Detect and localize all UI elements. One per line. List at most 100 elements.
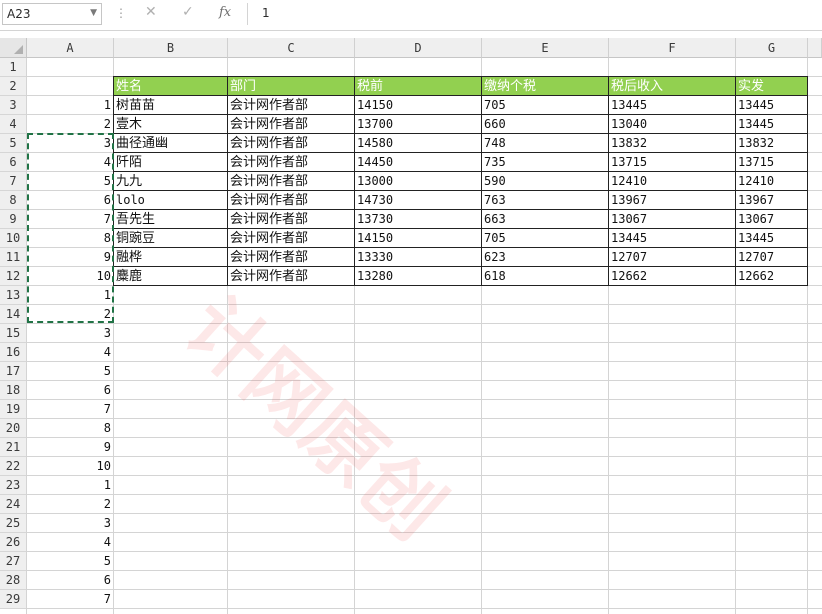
table-cell[interactable]: 763 bbox=[482, 191, 609, 210]
table-header-cell[interactable]: 缴纳个税 bbox=[482, 77, 609, 96]
table-cell[interactable]: 618 bbox=[482, 267, 609, 286]
table-header-cell[interactable]: 实发 bbox=[736, 77, 808, 96]
cell-a-value[interactable]: 1 bbox=[27, 476, 114, 495]
row-header[interactable]: 11 bbox=[0, 248, 27, 267]
table-cell[interactable]: 会计网作者部 bbox=[228, 134, 355, 153]
formula-input[interactable]: 1 bbox=[247, 3, 821, 25]
table-cell[interactable]: 12707 bbox=[609, 248, 736, 267]
row-header[interactable]: 2 bbox=[0, 77, 27, 96]
cell-a-value[interactable]: 9 bbox=[27, 248, 114, 267]
table-cell[interactable]: 705 bbox=[482, 96, 609, 115]
check-icon[interactable]: ✓ bbox=[182, 4, 194, 20]
column-header-g[interactable]: G bbox=[736, 38, 808, 58]
table-header-cell[interactable]: 部门 bbox=[228, 77, 355, 96]
cell-a-value[interactable]: 5 bbox=[27, 552, 114, 571]
table-cell[interactable]: 13445 bbox=[736, 229, 808, 248]
table-cell[interactable]: lolo bbox=[114, 191, 228, 210]
column-header-a[interactable]: A bbox=[27, 38, 114, 58]
table-cell[interactable]: 13967 bbox=[736, 191, 808, 210]
table-cell[interactable]: 会计网作者部 bbox=[228, 153, 355, 172]
table-cell[interactable]: 12662 bbox=[609, 267, 736, 286]
table-cell[interactable]: 14730 bbox=[355, 191, 482, 210]
table-cell[interactable]: 13715 bbox=[609, 153, 736, 172]
table-cell[interactable]: 12707 bbox=[736, 248, 808, 267]
cell-a-value[interactable]: 10 bbox=[27, 267, 114, 286]
row-header[interactable]: 4 bbox=[0, 115, 27, 134]
cell-a-value[interactable]: 1 bbox=[27, 286, 114, 305]
table-cell[interactable]: 树苗苗 bbox=[114, 96, 228, 115]
table-cell[interactable]: 705 bbox=[482, 229, 609, 248]
row-header[interactable]: 26 bbox=[0, 533, 27, 552]
table-cell[interactable]: 623 bbox=[482, 248, 609, 267]
row-header[interactable]: 20 bbox=[0, 419, 27, 438]
table-header-cell[interactable]: 姓名 bbox=[114, 77, 228, 96]
table-cell[interactable]: 13700 bbox=[355, 115, 482, 134]
chevron-down-icon[interactable]: ▼ bbox=[90, 8, 97, 18]
table-cell[interactable]: 663 bbox=[482, 210, 609, 229]
row-header[interactable]: 10 bbox=[0, 229, 27, 248]
cell-a-value[interactable]: 6 bbox=[27, 381, 114, 400]
cell-a-value[interactable]: 5 bbox=[27, 172, 114, 191]
row-header[interactable]: 25 bbox=[0, 514, 27, 533]
cell-a-value[interactable]: 4 bbox=[27, 343, 114, 362]
table-cell[interactable]: 13445 bbox=[609, 229, 736, 248]
row-header[interactable]: 9 bbox=[0, 210, 27, 229]
cell-a-value[interactable]: 5 bbox=[27, 362, 114, 381]
table-cell[interactable]: 12662 bbox=[736, 267, 808, 286]
row-header[interactable]: 6 bbox=[0, 153, 27, 172]
row-header[interactable]: 22 bbox=[0, 457, 27, 476]
row-header[interactable]: 15 bbox=[0, 324, 27, 343]
table-cell[interactable]: 会计网作者部 bbox=[228, 172, 355, 191]
table-cell[interactable]: 会计网作者部 bbox=[228, 267, 355, 286]
cell-a-value[interactable]: 4 bbox=[27, 153, 114, 172]
cell-a-value[interactable]: 9 bbox=[27, 438, 114, 457]
table-cell[interactable]: 会计网作者部 bbox=[228, 210, 355, 229]
row-header[interactable]: 17 bbox=[0, 362, 27, 381]
table-cell[interactable]: 12410 bbox=[736, 172, 808, 191]
row-header[interactable]: 5 bbox=[0, 134, 27, 153]
table-cell[interactable]: 吾先生 bbox=[114, 210, 228, 229]
cell-a-value[interactable]: 6 bbox=[27, 191, 114, 210]
cell-a-value[interactable]: 2 bbox=[27, 115, 114, 134]
table-cell[interactable]: 麋鹿 bbox=[114, 267, 228, 286]
table-cell[interactable]: 壹木 bbox=[114, 115, 228, 134]
row-header[interactable]: 13 bbox=[0, 286, 27, 305]
table-cell[interactable]: 13445 bbox=[736, 115, 808, 134]
table-cell[interactable]: 融桦 bbox=[114, 248, 228, 267]
cell-a-value[interactable]: 1 bbox=[27, 96, 114, 115]
row-header[interactable]: 23 bbox=[0, 476, 27, 495]
row-header[interactable]: 16 bbox=[0, 343, 27, 362]
cell-a-value[interactable]: 7 bbox=[27, 400, 114, 419]
row-header[interactable]: 28 bbox=[0, 571, 27, 590]
row-header[interactable]: 12 bbox=[0, 267, 27, 286]
column-header-f[interactable]: F bbox=[609, 38, 736, 58]
cell-a-value[interactable]: 2 bbox=[27, 305, 114, 324]
table-cell[interactable]: 13967 bbox=[609, 191, 736, 210]
row-header[interactable]: 21 bbox=[0, 438, 27, 457]
table-cell[interactable]: 13445 bbox=[609, 96, 736, 115]
row-header[interactable]: 24 bbox=[0, 495, 27, 514]
column-header-b[interactable]: B bbox=[114, 38, 228, 58]
table-cell[interactable]: 会计网作者部 bbox=[228, 191, 355, 210]
cell-a-value[interactable]: 4 bbox=[27, 533, 114, 552]
table-cell[interactable]: 590 bbox=[482, 172, 609, 191]
table-cell[interactable]: 会计网作者部 bbox=[228, 248, 355, 267]
column-header-d[interactable]: D bbox=[355, 38, 482, 58]
cell-a-value[interactable]: 10 bbox=[27, 457, 114, 476]
table-cell[interactable]: 14450 bbox=[355, 153, 482, 172]
row-header[interactable]: 1 bbox=[0, 58, 27, 77]
table-cell[interactable]: 曲径通幽 bbox=[114, 134, 228, 153]
name-box[interactable]: A23 ▼ bbox=[2, 3, 102, 25]
table-cell[interactable]: 13445 bbox=[736, 96, 808, 115]
column-header-e[interactable]: E bbox=[482, 38, 609, 58]
table-cell[interactable]: 阡陌 bbox=[114, 153, 228, 172]
cell-a-value[interactable]: 8 bbox=[27, 229, 114, 248]
table-cell[interactable]: 13067 bbox=[609, 210, 736, 229]
table-cell[interactable]: 660 bbox=[482, 115, 609, 134]
table-cell[interactable]: 14150 bbox=[355, 229, 482, 248]
row-header[interactable]: 29 bbox=[0, 590, 27, 609]
column-header-c[interactable]: C bbox=[228, 38, 355, 58]
row-header[interactable]: 8 bbox=[0, 191, 27, 210]
table-cell[interactable]: 13730 bbox=[355, 210, 482, 229]
table-cell[interactable]: 13330 bbox=[355, 248, 482, 267]
